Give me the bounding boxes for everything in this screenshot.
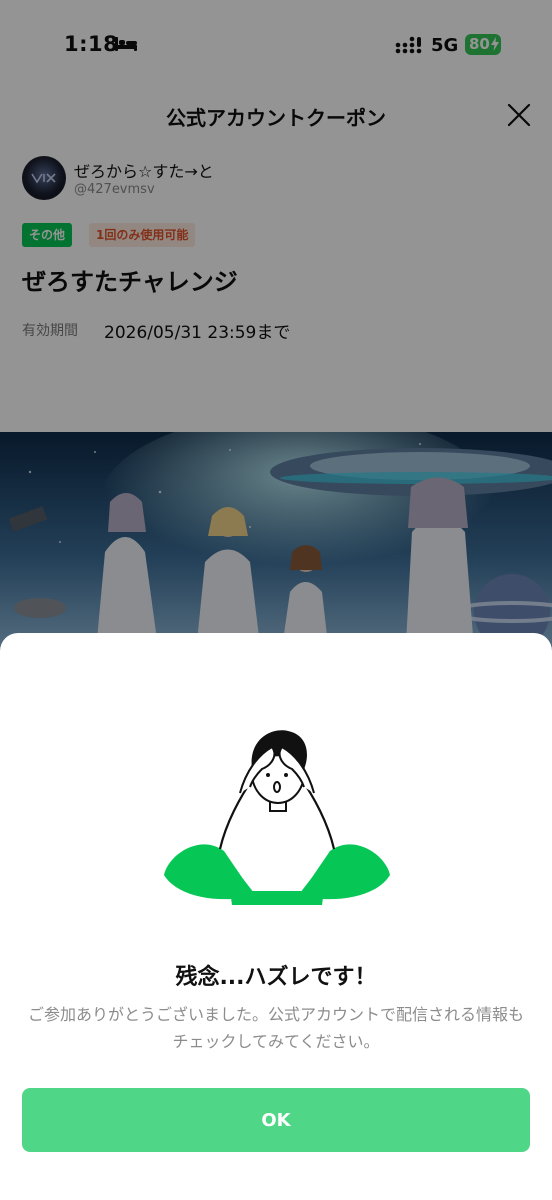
result-message: ご参加ありがとうございました。公式アカウントで配信される情報もチェックしてみてく… [27,1005,524,1051]
result-sheet: 残念...ハズレです！ ご参加ありがとうございました。公式アカウントで配信される… [0,633,552,1200]
person-holding-head-icon [164,730,390,905]
result-title: 残念...ハズレです！ [175,965,377,990]
ok-button[interactable]: OK [22,1088,530,1152]
